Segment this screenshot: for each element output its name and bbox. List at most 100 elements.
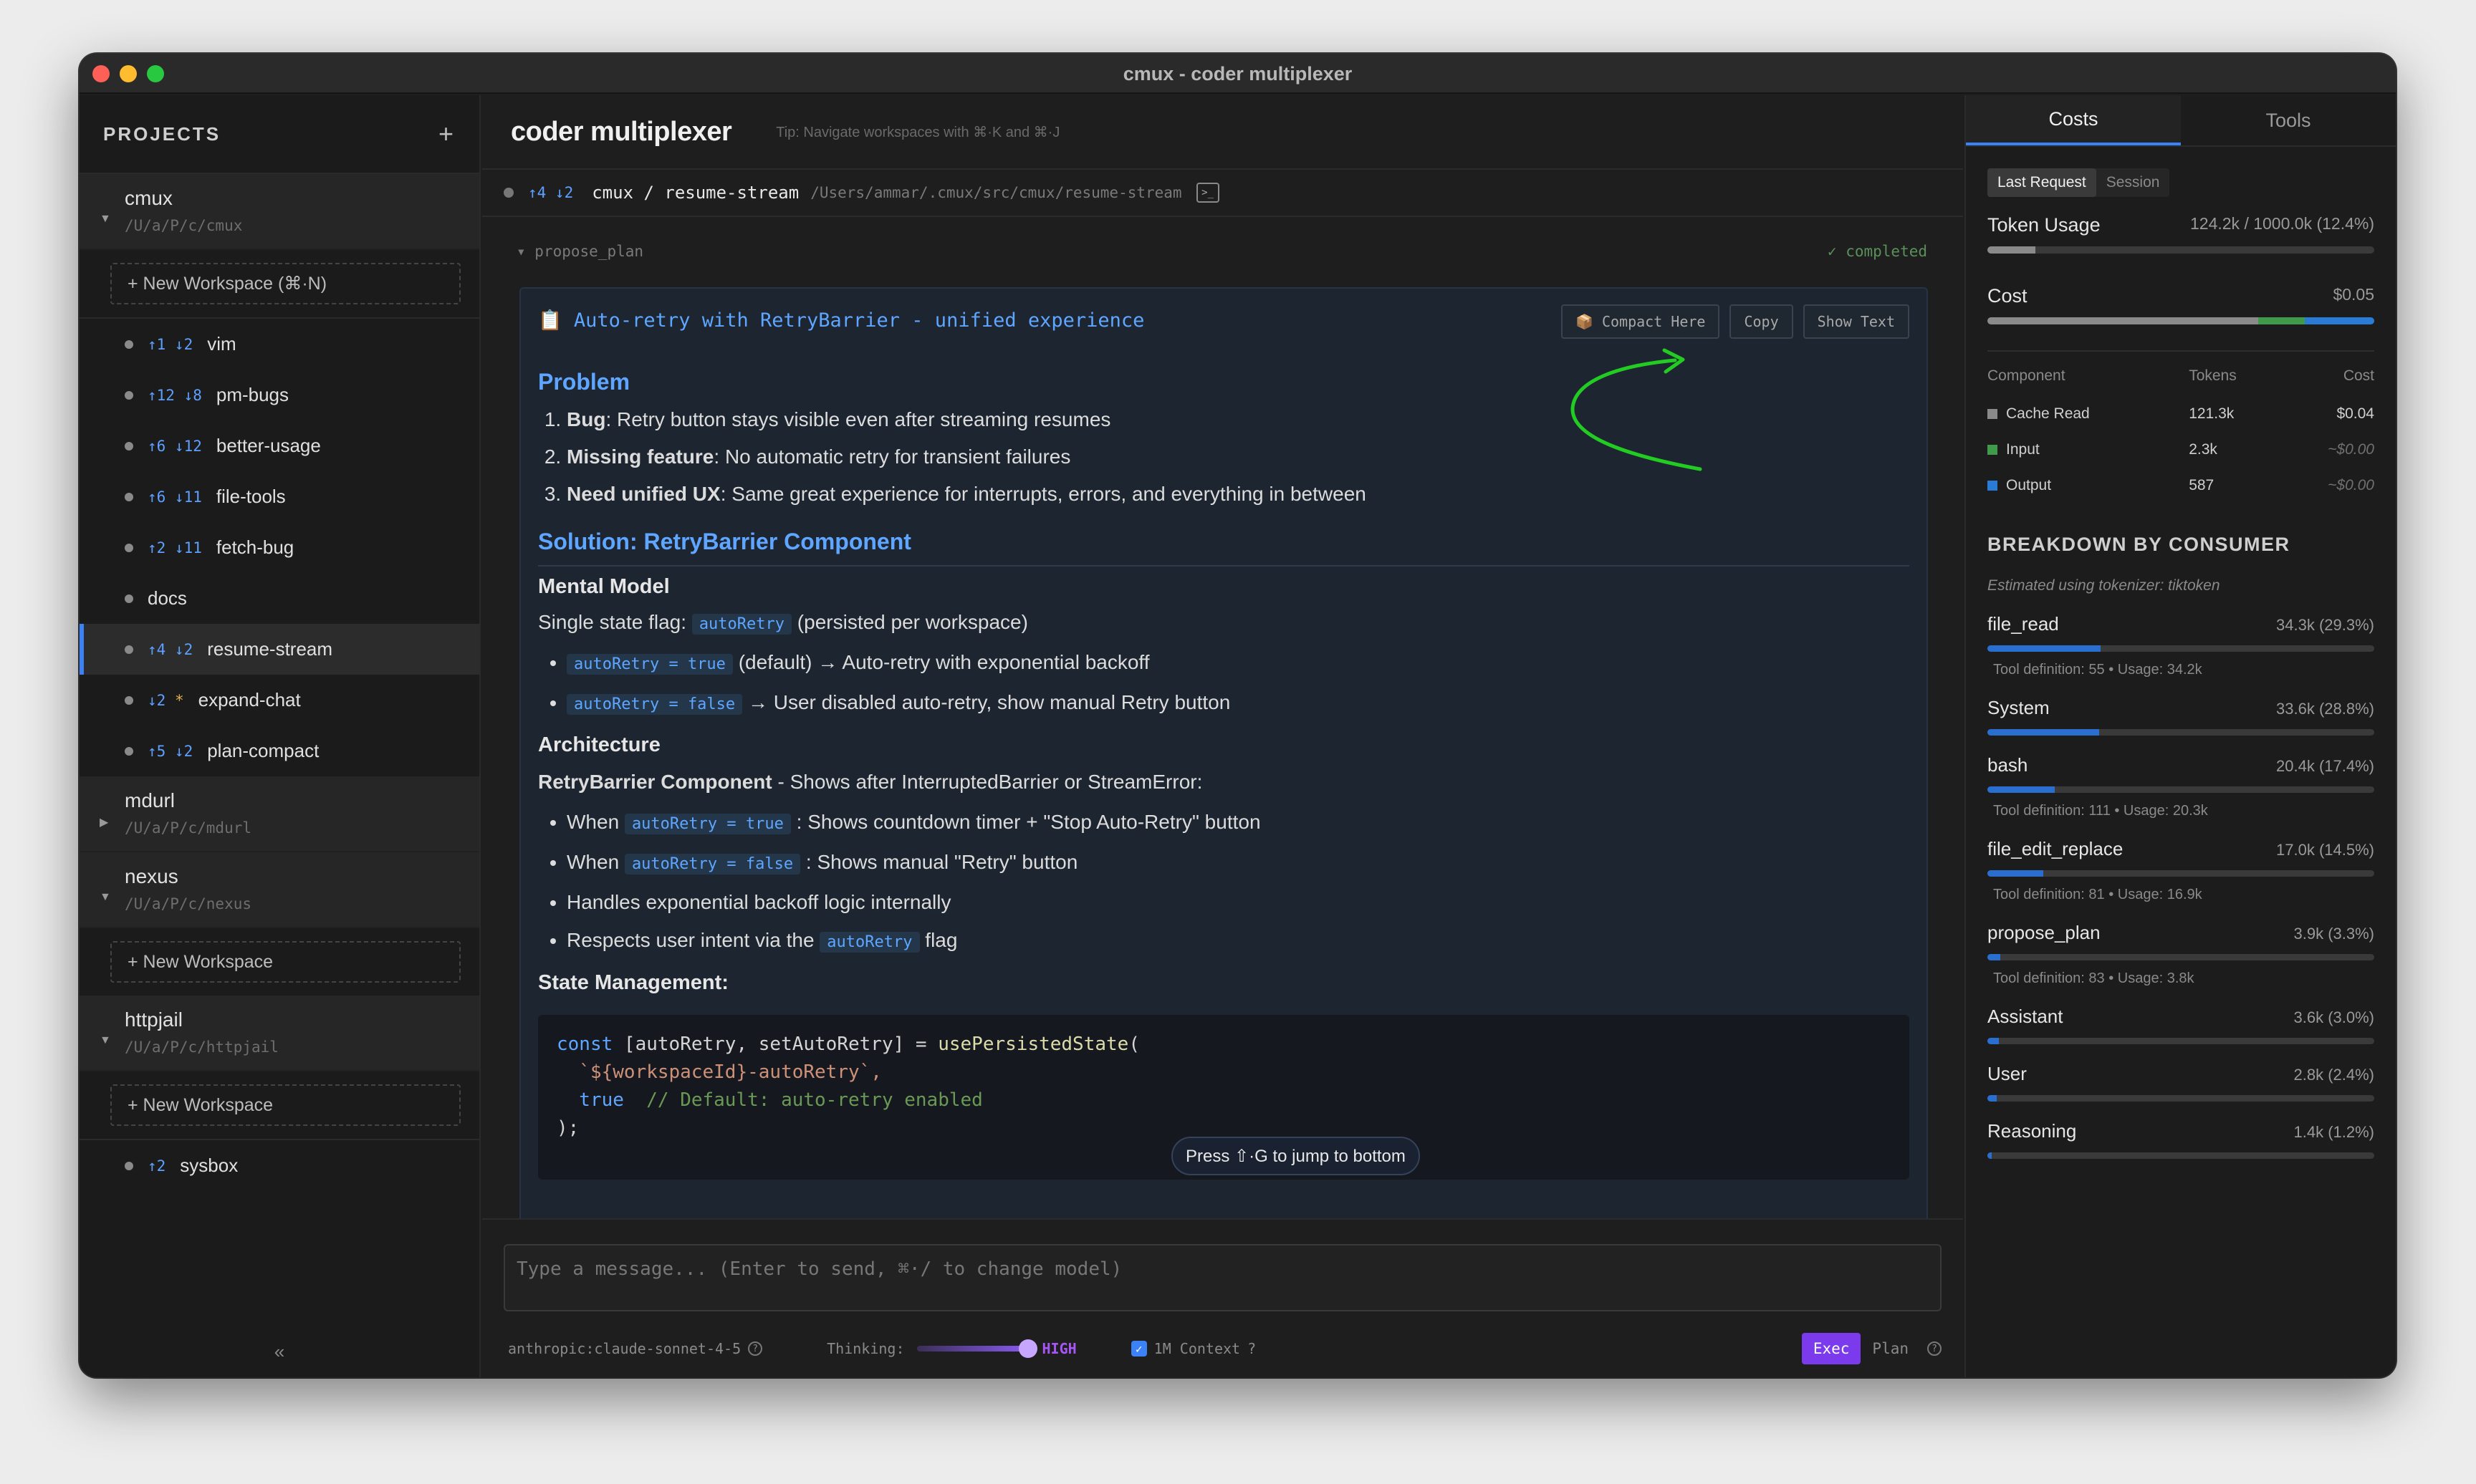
workspace-item-vim[interactable]: ↑1 ↓2 vim	[80, 319, 479, 370]
project-mdurl[interactable]: ▶ mdurl /U/a/P/c/mdurl	[80, 776, 479, 852]
chevron-down-icon[interactable]: ▼	[100, 1034, 111, 1047]
consumer-value: 3.9k (3.3%)	[2293, 925, 2375, 943]
tab-costs[interactable]: Costs	[1966, 95, 2181, 145]
scope-toggle: Last Request Session	[1987, 168, 2170, 197]
project-cmux[interactable]: ▼ cmux /U/a/P/c/cmux	[80, 174, 479, 250]
project-path: /U/a/P/c/cmux	[125, 217, 243, 234]
workspace-path: /Users/ammar/.cmux/src/cmux/resume-strea…	[810, 184, 1182, 201]
title-bar: cmux - coder multiplexer	[80, 54, 2396, 94]
checkbox-icon[interactable]: ✓	[1131, 1341, 1147, 1357]
workspace-item-file-tools[interactable]: ↑6 ↓11 file-tools	[80, 471, 479, 522]
context-toggle[interactable]: ✓ 1M Context?	[1131, 1340, 1256, 1357]
project-name: nexus	[125, 865, 178, 887]
new-workspace-button[interactable]: + New Workspace	[110, 941, 461, 983]
thinking-slider[interactable]	[917, 1339, 1038, 1358]
breakdown-title: BREAKDOWN BY CONSUMER	[1987, 534, 2290, 555]
workspace-name: better-usage	[216, 435, 321, 456]
slider-knob[interactable]	[1019, 1339, 1038, 1358]
workspace-item-expand-chat[interactable]: ↓2 * expand-chat	[80, 675, 479, 726]
git-status: ↑6 ↓12	[148, 437, 202, 455]
list-item: Handles exponential backoff logic intern…	[567, 883, 1909, 921]
git-status: ↓2 *	[148, 691, 184, 709]
thinking-label: Thinking:	[827, 1340, 905, 1357]
exec-mode-button[interactable]: Exec	[1801, 1333, 1861, 1364]
workspace-list-cmux: ↑1 ↓2 vim ↑12 ↓8 pm-bugs ↑6 ↓12 better-usag…	[80, 319, 479, 776]
list-item: When autoRetry = true : Shows countdown …	[567, 803, 1909, 843]
model-selector[interactable]: anthropic:claude-sonnet-4-5	[508, 1340, 741, 1357]
copy-button[interactable]: Copy	[1729, 304, 1793, 339]
workspace-item-resume-stream[interactable]: ↑4 ↓2 resume-stream	[80, 624, 479, 675]
help-icon[interactable]: ?	[748, 1341, 763, 1356]
compact-here-button[interactable]: 📦 Compact Here	[1561, 304, 1720, 339]
tool-name: ▾ propose_plan	[517, 243, 644, 260]
cost-bar	[1987, 317, 2374, 324]
consumer-name: bash	[1987, 754, 2028, 776]
workspace-item-fetch-bug[interactable]: ↑2 ↓11 fetch-bug	[80, 522, 479, 573]
state-flag-text: Single state flag: autoRetry (persisted …	[538, 611, 1028, 635]
message-input[interactable]: Type a message... (Enter to send, ⌘·/ to…	[504, 1244, 1942, 1311]
workspace-item-sysbox[interactable]: ↑2 sysbox	[80, 1140, 479, 1191]
tool-call-header[interactable]: ▾ propose_plan ✓ completed	[517, 243, 1927, 260]
project-path: /U/a/P/c/mdurl	[125, 819, 252, 837]
consumer-list: file_read 34.3k (29.3%) Tool definition: 5…	[1987, 613, 2374, 1159]
new-workspace-button[interactable]: + New Workspace	[110, 1084, 461, 1126]
page-title: coder multiplexer	[511, 116, 732, 147]
state-management-heading: State Management:	[538, 971, 729, 994]
git-status: ↑1 ↓2	[148, 335, 193, 353]
collapse-sidebar-icon[interactable]: «	[80, 1341, 479, 1363]
workspace-item-pm-bugs[interactable]: ↑12 ↓8 pm-bugs	[80, 370, 479, 420]
consumer-detail: Tool definition: 81 • Usage: 16.9k	[1993, 887, 2202, 902]
consumer-detail: Tool definition: 111 • Usage: 20.3k	[1993, 803, 2208, 819]
list-item: autoRetry = false → User disabled auto-r…	[567, 683, 1909, 723]
consumer-bar	[1987, 1038, 2374, 1044]
chat-transcript[interactable]: ▾ propose_plan ✓ completed 📋 Auto-retry …	[482, 218, 1963, 1218]
consumer-item: propose_plan 3.9k (3.3%) Tool definition: …	[1987, 922, 2374, 987]
plan-title: 📋 Auto-retry with RetryBarrier - unified…	[538, 309, 1145, 332]
workspace-name: resume-stream	[207, 638, 333, 660]
workspace-item-docs[interactable]: docs	[80, 573, 479, 624]
app-window: cmux - coder multiplexer PROJECTS + ▼ cm…	[80, 54, 2396, 1377]
main-header: coder multiplexer Tip: Navigate workspac…	[482, 95, 1963, 170]
workspace-name: pm-bugs	[216, 384, 289, 405]
workspace-item-better-usage[interactable]: ↑6 ↓12 better-usage	[80, 420, 479, 471]
consumer-value: 34.3k (29.3%)	[2276, 616, 2374, 634]
consumer-detail: Tool definition: 55 • Usage: 34.2k	[1993, 662, 2202, 678]
chevron-down-icon[interactable]: ▼	[100, 891, 111, 904]
composer: Type a message... (Enter to send, ⌘·/ to…	[482, 1218, 1963, 1377]
new-workspace-button[interactable]: + New Workspace (⌘·N)	[110, 263, 461, 304]
terminal-icon[interactable]: >_	[1196, 183, 1219, 203]
list-item: autoRetry = true (default) → Auto-retry …	[567, 643, 1909, 683]
mental-model-heading: Mental Model	[538, 575, 670, 598]
session-toggle[interactable]: Session	[2096, 168, 2170, 197]
status-dot	[125, 543, 133, 552]
plan-mode-button[interactable]: Plan	[1861, 1340, 1920, 1357]
show-text-button[interactable]: Show Text	[1803, 304, 1909, 339]
chevron-right-icon[interactable]: ▶	[100, 815, 108, 829]
last-request-toggle[interactable]: Last Request	[1987, 168, 2096, 197]
consumer-value: 33.6k (28.8%)	[2276, 700, 2374, 718]
help-icon[interactable]: ?	[1927, 1341, 1942, 1356]
consumer-name: file_edit_replace	[1987, 838, 2124, 859]
project-nexus[interactable]: ▼ nexus /U/a/P/c/nexus	[80, 852, 479, 928]
workspace-name: plan-compact	[207, 740, 320, 761]
panel-tabs: Costs Tools	[1966, 95, 2396, 147]
tab-tools[interactable]: Tools	[2181, 95, 2396, 145]
status-dot	[125, 1161, 133, 1170]
workspace-name: sysbox	[180, 1155, 239, 1176]
cost-value: $0.05	[2333, 285, 2374, 304]
consumer-item: Reasoning 1.4k (1.2%)	[1987, 1120, 2374, 1159]
dirty-indicator: *	[174, 691, 184, 709]
jump-to-bottom-hint[interactable]: Press ⇧·G to jump to bottom	[1171, 1137, 1420, 1175]
table-row: Output 587 ~$0.00	[1987, 468, 2374, 504]
consumer-item: Assistant 3.6k (3.0%)	[1987, 1006, 2374, 1044]
chevron-down-icon[interactable]: ▼	[100, 213, 111, 226]
consumer-value: 2.8k (2.4%)	[2293, 1066, 2375, 1084]
help-icon[interactable]: ?	[1247, 1340, 1256, 1357]
add-project-icon[interactable]: +	[438, 119, 454, 149]
git-status: ↑2 ↓11	[148, 539, 202, 556]
workspace-name: vim	[207, 333, 236, 355]
consumer-detail: Tool definition: 83 • Usage: 3.8k	[1993, 970, 2194, 986]
workspace-item-plan-compact[interactable]: ↑5 ↓2 plan-compact	[80, 726, 479, 776]
consumer-item: file_read 34.3k (29.3%) Tool definition: 5…	[1987, 613, 2374, 678]
project-httpjail[interactable]: ▼ httpjail /U/a/P/c/httpjail	[80, 996, 479, 1071]
